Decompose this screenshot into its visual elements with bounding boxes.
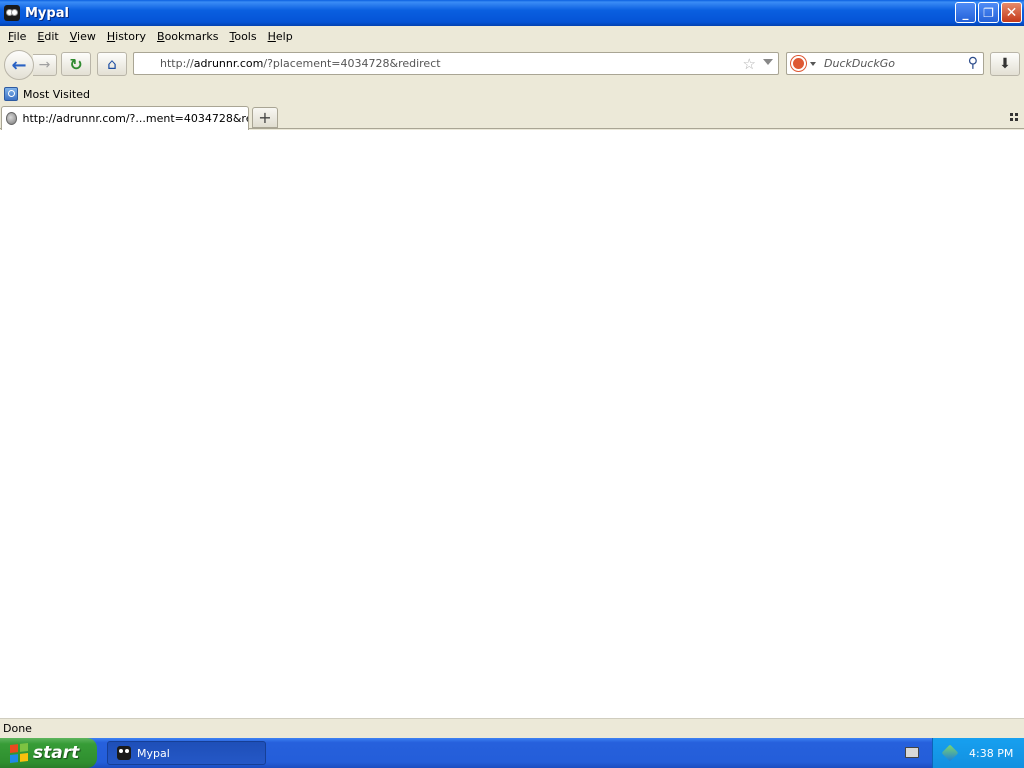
window-controls: _ ❐ ✕ <box>955 2 1022 23</box>
close-icon: ✕ <box>1005 4 1018 21</box>
menu-tools[interactable]: Tools <box>229 30 256 43</box>
reload-icon: ↻ <box>69 54 83 74</box>
url-history-dropdown-icon[interactable] <box>763 59 773 65</box>
menu-file-rest: ile <box>13 29 27 43</box>
menu-bookmarks-rest: ookmarks <box>164 29 219 43</box>
maximize-button[interactable]: ❐ <box>978 2 999 23</box>
mypal-task-icon <box>117 746 131 760</box>
bookmark-most-visited[interactable]: Most Visited <box>23 88 90 101</box>
menu-bar: File Edit View History Bookmarks Tools H… <box>0 26 1024 46</box>
mypal-app-icon[interactable] <box>4 5 20 21</box>
downloads-button[interactable]: ⬇ <box>990 52 1020 76</box>
start-label: start <box>33 743 80 763</box>
restore-icon: ❐ <box>983 5 994 20</box>
menu-bookmarks[interactable]: Bookmarks <box>157 30 218 43</box>
globe-icon <box>6 112 18 125</box>
clock[interactable]: 4:38 PM <box>969 747 1013 760</box>
tab-strip: http://adrunnr.com/?...ment=4034728&redi… <box>0 106 1024 130</box>
menu-tools-rest: ools <box>234 29 257 43</box>
menu-history[interactable]: History <box>107 30 146 43</box>
network-tray-icon[interactable] <box>941 744 959 762</box>
home-icon: ⌂ <box>107 55 117 73</box>
most-visited-icon <box>4 87 18 101</box>
title-bar[interactable]: Mypal _ ❐ ✕ <box>0 0 1024 26</box>
close-button[interactable]: ✕ <box>1001 2 1022 23</box>
window-title: Mypal <box>25 5 69 21</box>
taskbar-item-label: Mypal <box>137 746 170 760</box>
system-tray: 4:38 PM <box>932 738 1024 768</box>
back-arrow-icon: ← <box>11 54 27 76</box>
start-button[interactable]: start <box>0 738 97 768</box>
keyboard-icon[interactable] <box>905 747 919 758</box>
taskbar-item-mypal[interactable]: Mypal <box>107 741 266 765</box>
menu-history-rest: istory <box>115 29 147 43</box>
minimize-button[interactable]: _ <box>955 2 976 23</box>
menu-file[interactable]: File <box>8 30 26 43</box>
url-bar[interactable]: http://adrunnr.com/?placement=4034728&re… <box>133 52 779 75</box>
forward-button[interactable]: → <box>33 54 57 76</box>
url-text[interactable]: http://adrunnr.com/?placement=4034728&re… <box>160 57 441 70</box>
windows-flag-icon <box>10 743 28 763</box>
status-bar: Done <box>0 718 1024 738</box>
menu-help-rest: elp <box>275 29 293 43</box>
page-content[interactable] <box>0 130 1024 718</box>
bookmarks-toolbar: Most Visited <box>0 84 1024 104</box>
minimize-icon: _ <box>962 5 969 20</box>
forward-arrow-icon: → <box>38 57 51 73</box>
download-icon: ⬇ <box>999 56 1011 72</box>
reload-button[interactable]: ↻ <box>61 52 91 76</box>
menu-view-rest: iew <box>77 29 96 43</box>
new-tab-button[interactable]: + <box>252 107 278 128</box>
status-text: Done <box>3 722 32 735</box>
menu-help[interactable]: Help <box>268 30 293 43</box>
search-bar[interactable]: DuckDuckGo ⚲ <box>786 52 984 75</box>
url-scheme: http:// <box>160 57 194 70</box>
menu-view[interactable]: View <box>70 30 96 43</box>
back-button[interactable]: ← <box>4 50 34 80</box>
search-engine-dropdown-icon[interactable] <box>810 61 816 66</box>
taskbar: start Mypal 4:38 PM <box>0 738 1024 768</box>
navigation-toolbar: → ← ↻ ⌂ http://adrunnr.com/?placement=40… <box>0 46 1024 82</box>
menu-edit[interactable]: Edit <box>37 30 58 43</box>
menu-edit-rest: dit <box>44 29 59 43</box>
duckduckgo-icon[interactable] <box>791 56 806 71</box>
plus-icon: + <box>258 108 272 127</box>
tab-label: http://adrunnr.com/?...ment=4034728&redi… <box>22 112 248 125</box>
list-all-tabs-icon[interactable] <box>1010 113 1018 121</box>
home-button[interactable]: ⌂ <box>97 52 127 76</box>
bookmark-star-icon[interactable]: ☆ <box>743 55 756 73</box>
tab-active[interactable]: http://adrunnr.com/?...ment=4034728&redi… <box>1 106 249 130</box>
search-input[interactable]: DuckDuckGo <box>824 57 895 70</box>
url-host: adrunnr.com <box>193 57 264 70</box>
search-icon[interactable]: ⚲ <box>968 55 978 71</box>
url-path: /?placement=4034728&redirect <box>263 57 441 70</box>
